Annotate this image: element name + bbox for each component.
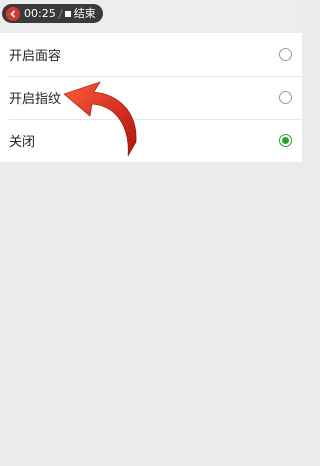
option-fingerprint[interactable]: 开启指纹 <box>0 76 302 119</box>
radio-off[interactable] <box>279 134 292 147</box>
back-arrow-icon[interactable] <box>6 6 20 21</box>
recorder-divider <box>57 8 63 19</box>
recorder-stop-button[interactable]: 结束 <box>74 4 96 23</box>
option-list: 开启面容 开启指纹 关闭 <box>0 33 302 162</box>
recording-time: 00:25 <box>24 7 56 20</box>
radio-face-unlock[interactable] <box>279 48 292 61</box>
screen: 付 00:25 结束 开启面容 开启指纹 关闭 <box>0 0 302 466</box>
screen-recorder-pill[interactable]: 00:25 结束 <box>2 4 103 23</box>
option-label: 关闭 <box>9 135 36 150</box>
option-label: 开启面容 <box>9 49 62 64</box>
stop-square-icon <box>64 10 71 17</box>
option-label: 开启指纹 <box>9 92 62 107</box>
option-off[interactable]: 关闭 <box>0 119 302 162</box>
curved-arrow-icon <box>63 81 137 157</box>
radio-fingerprint[interactable] <box>279 91 292 104</box>
option-face-unlock[interactable]: 开启面容 <box>0 33 302 76</box>
